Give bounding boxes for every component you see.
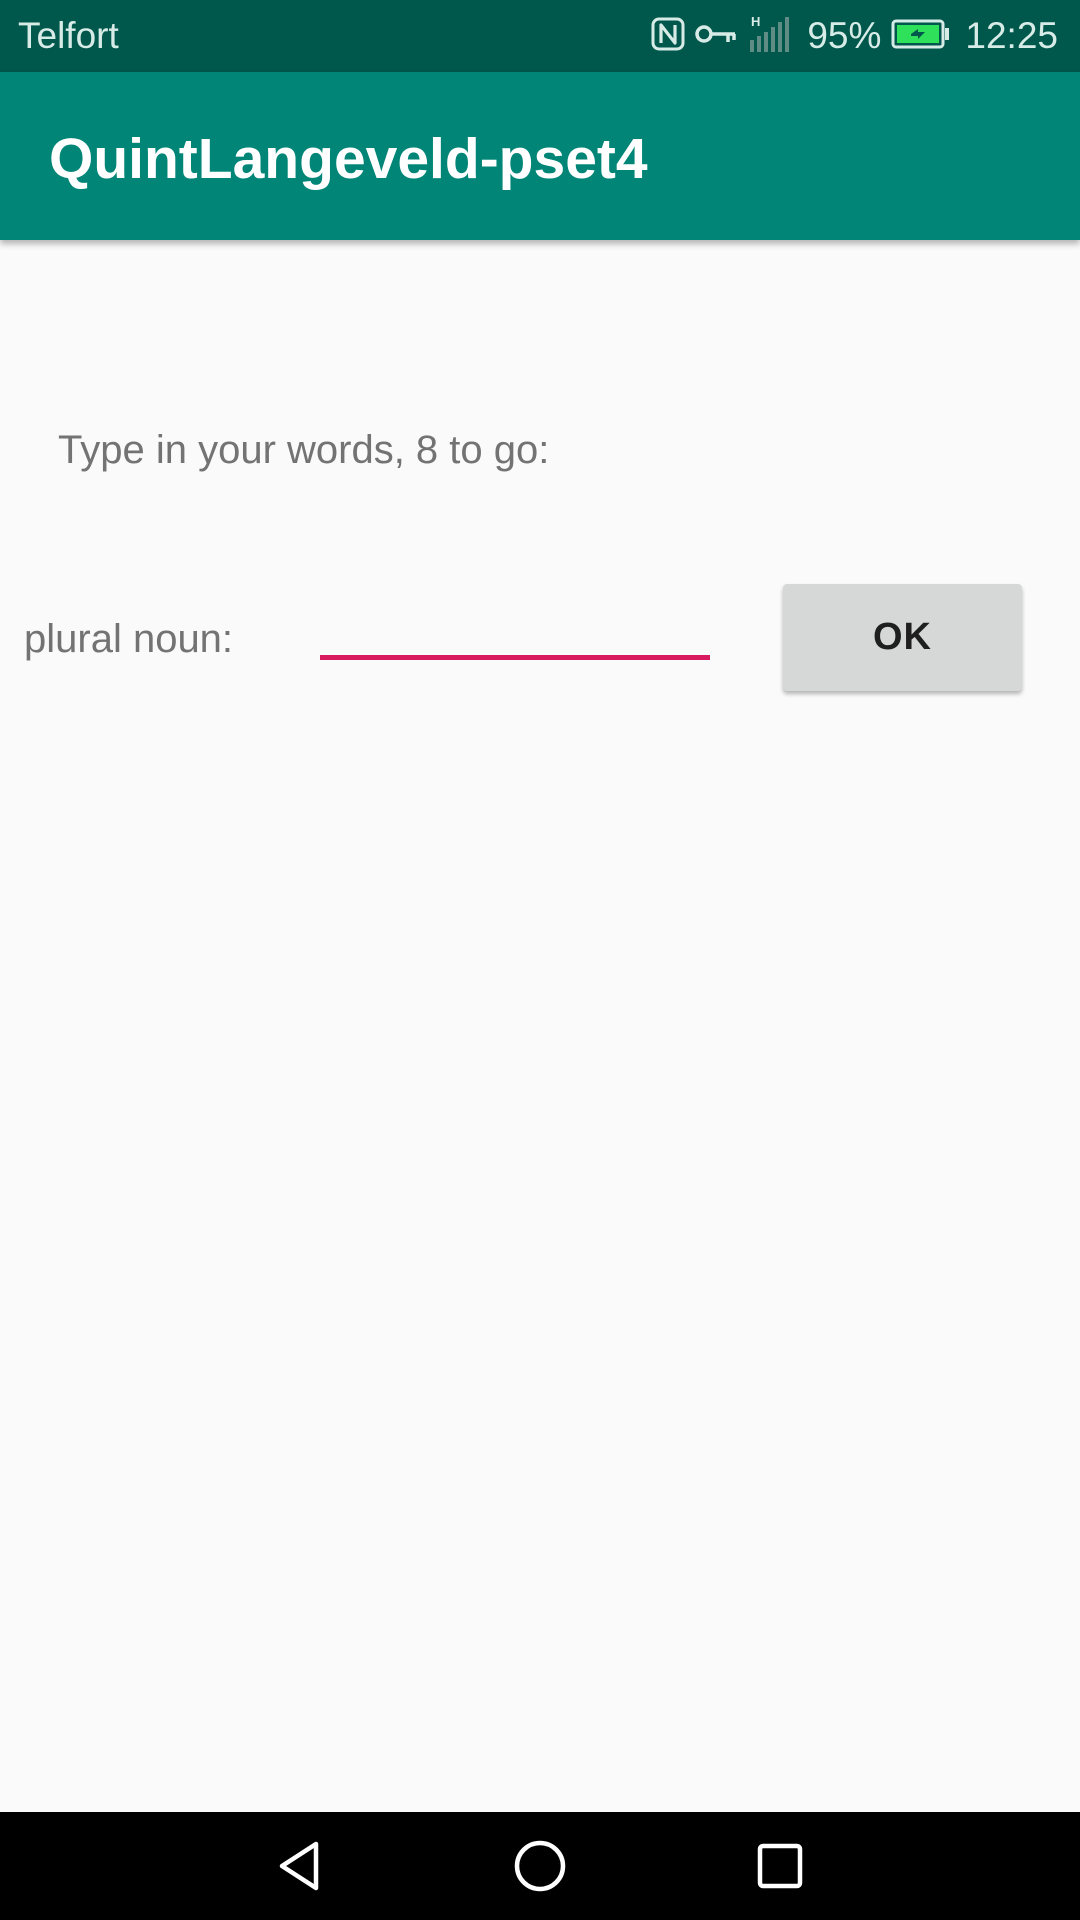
navigation-bar: [0, 1812, 1080, 1920]
word-type-label: plural noun:: [24, 617, 234, 661]
signal-icon: H: [747, 14, 797, 59]
svg-text:H: H: [751, 14, 760, 29]
back-icon[interactable]: [270, 1836, 330, 1896]
app-title: QuintLangeveld-pset4: [49, 127, 648, 191]
words-remaining-prompt: Type in your words, 8 to go:: [58, 428, 550, 472]
recents-icon[interactable]: [750, 1836, 810, 1896]
app-bar: QuintLangeveld-pset4: [0, 72, 1080, 240]
home-icon[interactable]: [510, 1836, 570, 1896]
battery-charging-icon: [891, 19, 951, 54]
status-icons: H 95% 12:25: [651, 14, 1058, 58]
status-bar: Telfort H 95% 12:25: [0, 0, 1080, 72]
vpn-key-icon: [695, 22, 737, 51]
ok-button[interactable]: OK: [783, 584, 1022, 691]
word-input[interactable]: [320, 590, 710, 660]
battery-percent: 95%: [807, 15, 882, 56]
clock: 12:25: [965, 15, 1058, 56]
carrier-name: Telfort: [18, 15, 119, 56]
nfc-icon: [651, 17, 685, 56]
